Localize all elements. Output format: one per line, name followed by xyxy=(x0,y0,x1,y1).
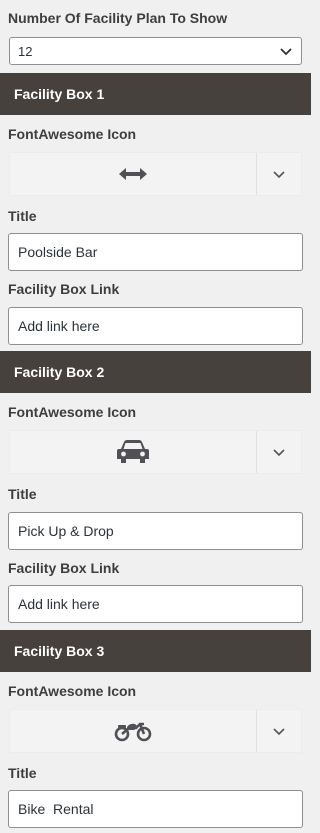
box-1-icon-dropdown[interactable] xyxy=(256,153,301,195)
box-2-icon-label: FontAwesome Icon xyxy=(8,404,137,420)
box-1-icon-label: FontAwesome Icon xyxy=(8,126,137,142)
box-3-title-input[interactable]: Bike Rental xyxy=(8,790,303,828)
box-3-icon-dropdown[interactable] xyxy=(256,710,301,752)
box-3-icon-preview xyxy=(10,710,256,752)
box-1-title-input[interactable]: Poolside Bar xyxy=(8,233,303,271)
box-2-title-label: Title xyxy=(8,486,37,502)
facility-box-1-header[interactable]: Facility Box 1 xyxy=(0,73,311,115)
car-icon xyxy=(117,440,149,463)
box-2-icon-dropdown[interactable] xyxy=(256,431,301,473)
motorcycle-icon xyxy=(114,722,152,742)
facility-box-3-header-text: Facility Box 3 xyxy=(14,643,105,659)
facility-box-2-header-text: Facility Box 2 xyxy=(14,364,105,380)
plan-count-value: 12 xyxy=(18,43,33,59)
chevron-down-icon xyxy=(273,449,285,457)
box-2-icon-preview xyxy=(10,431,256,473)
box-2-icon-picker[interactable] xyxy=(9,430,302,474)
facility-box-2-header[interactable]: Facility Box 2 xyxy=(0,351,311,393)
box-3-title-label: Title xyxy=(8,765,37,781)
plan-count-select[interactable]: 12 xyxy=(9,37,302,65)
box-2-title-input[interactable]: Pick Up & Drop xyxy=(8,512,303,550)
box-2-link-input[interactable]: Add link here xyxy=(8,585,303,623)
facility-box-1-header-text: Facility Box 1 xyxy=(14,86,105,102)
box-3-icon-picker[interactable] xyxy=(9,709,302,753)
box-1-icon-preview xyxy=(10,153,256,195)
chevron-down-icon xyxy=(280,48,292,56)
customizer-panel: Number Of Facility Plan To Show 12 Facil… xyxy=(0,0,311,833)
facility-box-3-header[interactable]: Facility Box 3 xyxy=(0,630,311,672)
plan-count-label: Number Of Facility Plan To Show xyxy=(8,10,228,26)
box-2-link-label: Facility Box Link xyxy=(8,560,120,576)
box-3-icon-label: FontAwesome Icon xyxy=(8,683,137,699)
chevron-down-icon xyxy=(273,171,285,179)
arrows-horizontal-icon xyxy=(119,168,147,180)
box-1-link-label: Facility Box Link xyxy=(8,281,120,297)
box-1-icon-picker[interactable] xyxy=(9,152,302,196)
box-1-title-label: Title xyxy=(8,208,37,224)
box-1-link-input[interactable]: Add link here xyxy=(8,307,303,345)
chevron-down-icon xyxy=(273,728,285,736)
